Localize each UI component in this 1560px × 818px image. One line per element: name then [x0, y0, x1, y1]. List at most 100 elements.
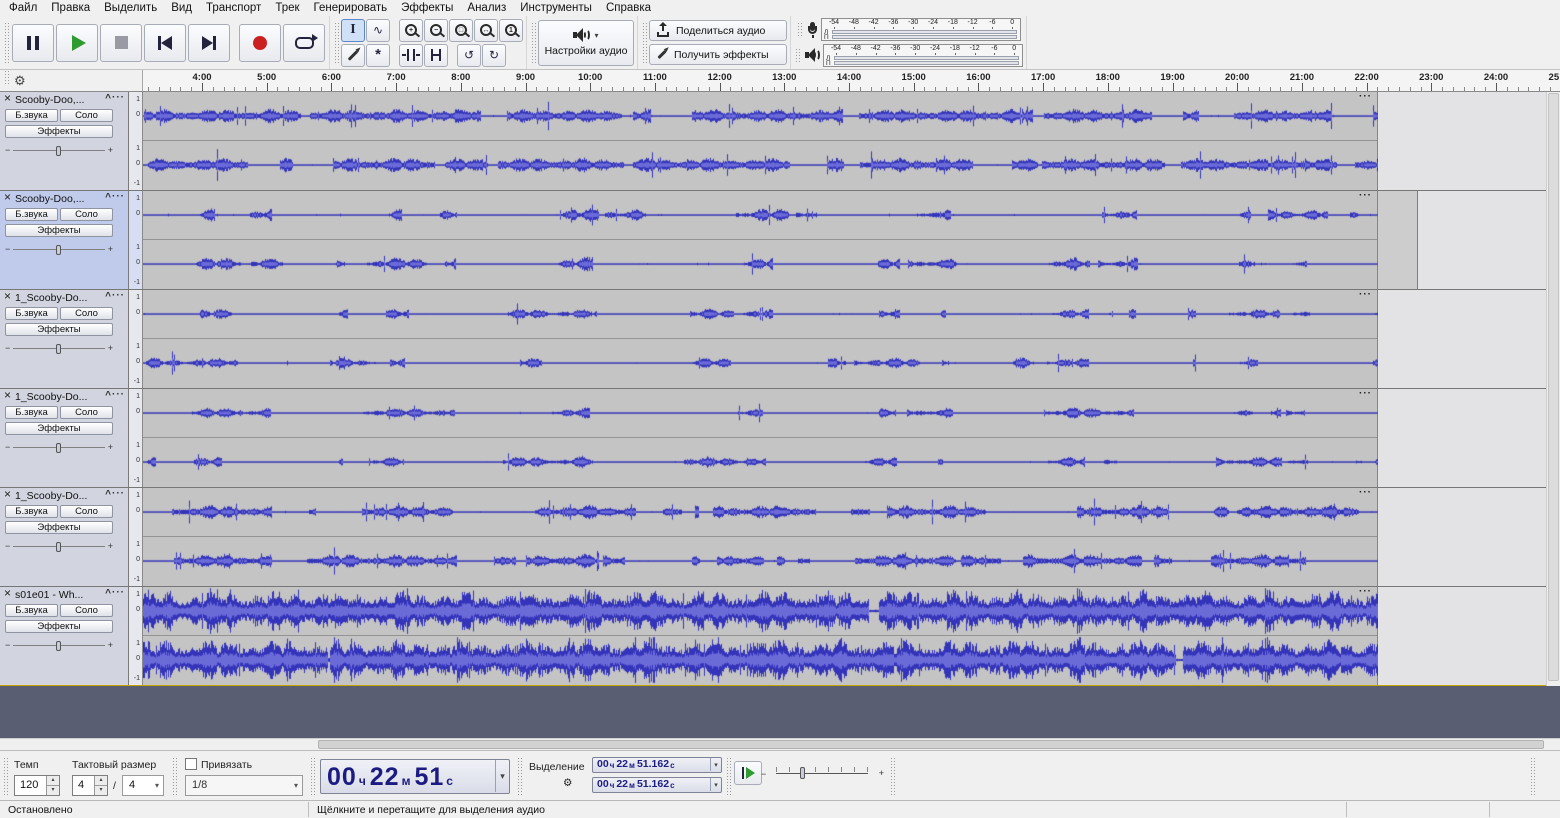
toolbar-grip[interactable] [517, 757, 522, 795]
collapse-track-icon[interactable]: ^ [105, 390, 111, 401]
track-lane[interactable]: ··· [143, 488, 1560, 586]
waveform-channel-right[interactable] [143, 438, 1378, 486]
clip-menu-icon[interactable]: ··· [1359, 92, 1372, 102]
clip-menu-icon[interactable]: ··· [1359, 587, 1372, 597]
audio-clip[interactable]: ··· [143, 290, 1378, 388]
track-name[interactable]: 1_Scooby-Do... [15, 490, 87, 502]
horizontal-scrollbar-thumb[interactable] [318, 740, 1544, 749]
zoom-toggle-button[interactable]: 1 [499, 19, 523, 42]
stop-button[interactable] [100, 24, 142, 62]
toolbar-grip[interactable] [726, 757, 731, 795]
solo-button[interactable]: Соло [60, 109, 113, 122]
time-ruler[interactable]: 4:005:006:007:008:009:0010:0011:0012:001… [143, 70, 1560, 91]
solo-button[interactable]: Соло [60, 505, 113, 518]
waveform-channel-right[interactable] [143, 537, 1378, 585]
playback-speed-slider[interactable]: − + [768, 765, 876, 781]
clip-menu-icon[interactable]: ··· [1359, 389, 1372, 399]
track-lane[interactable]: ··· [143, 290, 1560, 388]
collapse-track-icon[interactable]: ^ [105, 588, 111, 599]
selection-end-display[interactable]: 00ч 22м 51.162с ▾ [592, 777, 722, 793]
gain-slider[interactable]: − + [5, 242, 113, 256]
effects-button[interactable]: Эффекты [5, 422, 113, 435]
effects-button[interactable]: Эффекты [5, 521, 113, 534]
draw-tool-button[interactable] [341, 44, 365, 67]
playback-meter-scale[interactable]: Л П -54-48-42-36-30-24-18-12-60 [823, 44, 1023, 67]
close-track-icon[interactable]: × [4, 291, 11, 302]
menu-item[interactable]: Инструменты [513, 1, 599, 15]
chevron-down-icon[interactable]: ▾ [495, 760, 509, 792]
multi-tool-button[interactable]: * [366, 44, 390, 67]
waveform-channel-left[interactable] [143, 191, 1378, 239]
zoom-selection-button[interactable]: □ [449, 19, 473, 42]
pause-button[interactable] [12, 24, 54, 62]
skip-to-start-button[interactable] [144, 24, 186, 62]
close-track-icon[interactable]: × [4, 192, 11, 203]
effects-button[interactable]: Эффекты [5, 224, 113, 237]
chevron-down-icon[interactable]: ▾ [710, 758, 721, 771]
vertical-scale-ruler[interactable]: 1010-1 [129, 290, 143, 388]
track-lane[interactable]: ··· [143, 389, 1560, 487]
audio-clip[interactable]: ··· [143, 587, 1378, 685]
playback-meter[interactable]: Л П -54-48-42-36-30-24-18-12-60 [794, 44, 1023, 68]
chevron-down-icon[interactable]: ▾ [710, 778, 721, 791]
gain-slider[interactable]: − + [5, 440, 113, 454]
waveform-channel-left[interactable] [143, 92, 1378, 140]
toolbar-grip[interactable] [310, 757, 315, 795]
toolbar-grip[interactable] [890, 757, 895, 795]
waveform-channel-left[interactable] [143, 488, 1378, 536]
close-track-icon[interactable]: × [4, 588, 11, 599]
track-menu-icon[interactable]: ··· [112, 191, 125, 202]
track-lane[interactable]: ··· [143, 191, 1560, 289]
close-track-icon[interactable]: × [4, 390, 11, 401]
track-name[interactable]: s01e01 - Wh... [15, 589, 83, 601]
mute-button[interactable]: Б.звука [5, 505, 58, 518]
track-lane[interactable]: ··· [143, 587, 1560, 685]
track-name[interactable]: Scooby-Doo,... [15, 193, 84, 205]
time-signature-denominator[interactable]: 4 ▾ [122, 775, 164, 796]
menu-item[interactable]: Эффекты [394, 1, 460, 15]
zoom-out-button[interactable]: − [424, 19, 448, 42]
gain-slider-thumb[interactable] [56, 146, 61, 156]
solo-button[interactable]: Соло [60, 406, 113, 419]
audio-clip[interactable]: ··· [143, 191, 1378, 289]
mute-button[interactable]: Б.звука [5, 604, 58, 617]
silence-audio-button[interactable] [424, 44, 448, 67]
selection-start-display[interactable]: 00ч 22м 51.162с ▾ [592, 757, 722, 773]
trim-audio-button[interactable] [399, 44, 423, 67]
audio-setup-button[interactable]: ▾ Настройки аудио [538, 20, 634, 66]
recording-meter-scale[interactable]: Л П -54-48-42-36-30-24-18-12-60 [821, 18, 1021, 41]
close-track-icon[interactable]: × [4, 489, 11, 500]
menu-item[interactable]: Транспорт [199, 1, 268, 15]
vertical-scale-ruler[interactable]: 1010-1 [129, 389, 143, 487]
vertical-scale-ruler[interactable]: 1010-1 [129, 488, 143, 586]
collapse-track-icon[interactable]: ^ [105, 489, 111, 500]
timeline-options-gear-icon[interactable]: ⚙ [14, 74, 26, 87]
collapse-track-icon[interactable]: ^ [105, 291, 111, 302]
effects-button[interactable]: Эффекты [5, 125, 113, 138]
toolbar-grip[interactable] [531, 22, 536, 63]
gain-slider-thumb[interactable] [56, 245, 61, 255]
snap-value-combo[interactable]: 1/8 ▾ [185, 775, 303, 796]
track-name[interactable]: Scooby-Doo,... [15, 94, 84, 106]
play-button[interactable] [56, 24, 98, 62]
waveform-channel-right[interactable] [143, 339, 1378, 387]
gain-slider[interactable]: − + [5, 539, 113, 553]
collapse-track-icon[interactable]: ^ [105, 93, 111, 104]
waveform-channel-left[interactable] [143, 389, 1378, 437]
toolbar-grip[interactable] [3, 757, 8, 795]
gain-slider-thumb[interactable] [56, 641, 61, 651]
zoom-fit-button[interactable]: ↔ [474, 19, 498, 42]
track-name[interactable]: 1_Scooby-Do... [15, 292, 87, 304]
gain-slider[interactable]: − + [5, 143, 113, 157]
toolbar-grip[interactable] [795, 48, 800, 64]
empty-clip[interactable] [1378, 191, 1418, 289]
menu-item[interactable]: Файл [2, 1, 44, 15]
toolbar-grip[interactable] [797, 22, 802, 38]
play-at-speed-button[interactable] [734, 761, 762, 785]
vertical-scrollbar[interactable] [1546, 92, 1560, 686]
loop-button[interactable] [283, 24, 325, 62]
solo-button[interactable]: Соло [60, 208, 113, 221]
toolbar-grip[interactable] [1530, 757, 1535, 795]
menu-item[interactable]: Справка [599, 1, 658, 15]
mute-button[interactable]: Б.звука [5, 109, 58, 122]
